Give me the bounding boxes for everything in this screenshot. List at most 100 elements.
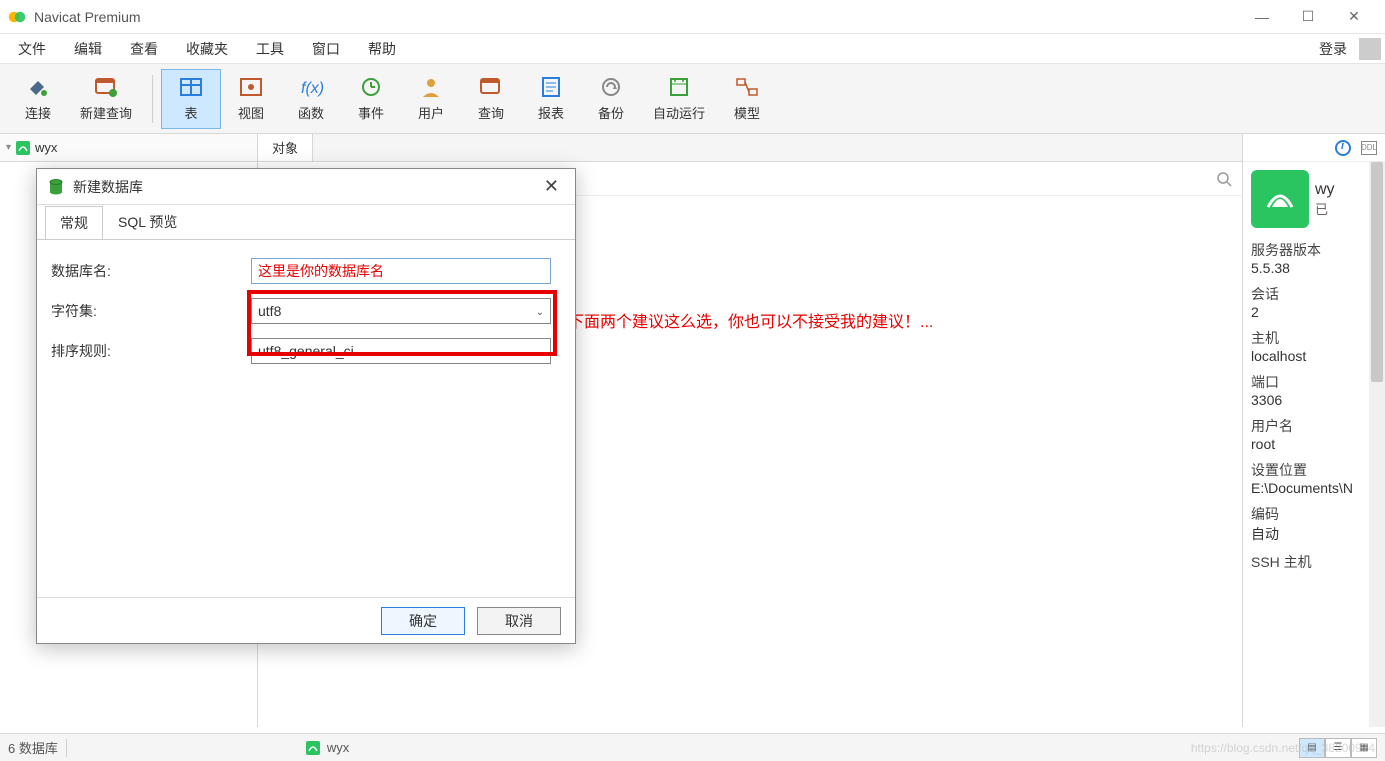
toolbar-table[interactable]: 表 <box>161 69 221 129</box>
connection-item[interactable]: ▾ wyx <box>0 134 257 162</box>
charset-label: 字符集: <box>51 301 251 321</box>
menu-favorites[interactable]: 收藏夹 <box>172 35 242 63</box>
toolbar-connection[interactable]: 连接 <box>8 69 68 129</box>
toolbar-new-query-label: 新建查询 <box>80 103 132 122</box>
watermark: https://blog.csdn.net/qq_38200974 <box>1191 741 1375 755</box>
clock-icon <box>357 75 385 99</box>
prop-value: E:\Documents\N <box>1251 480 1385 496</box>
prop-value: 3306 <box>1251 392 1385 408</box>
toolbar-model[interactable]: 模型 <box>717 69 777 129</box>
database-icon <box>47 178 65 196</box>
search-icon[interactable] <box>1216 171 1232 187</box>
menubar: 文件 编辑 查看 收藏夹 工具 窗口 帮助 登录 <box>0 34 1385 64</box>
status-connection: wyx <box>305 740 349 756</box>
toolbar-report[interactable]: 报表 <box>521 69 581 129</box>
app-logo-icon <box>8 8 26 26</box>
prop-label: 服务器版本 <box>1251 240 1385 260</box>
prop-label: 主机 <box>1251 328 1385 348</box>
toolbar-view[interactable]: 视图 <box>221 69 281 129</box>
mysql-connection-icon <box>15 140 31 156</box>
window-titlebar: Navicat Premium ― ☐ ✕ <box>0 0 1385 34</box>
chevron-down-icon: ▾ <box>6 142 11 153</box>
backup-icon <box>597 75 625 99</box>
ok-button[interactable]: 确定 <box>381 607 465 635</box>
new-query-icon <box>92 75 120 99</box>
prop-label: 端口 <box>1251 372 1385 392</box>
new-database-dialog: 新建数据库 ✕ 常规 SQL 预览 数据库名: 字符集: utf8 ⌄ 排序规则… <box>36 168 576 644</box>
info-property: SSH 主机 <box>1251 552 1385 572</box>
dialog-close-button[interactable]: ✕ <box>538 176 565 197</box>
collation-select[interactable]: utf8_general_ci ⌄ <box>251 338 551 364</box>
prop-label: 会话 <box>1251 284 1385 304</box>
prop-value: 2 <box>1251 304 1385 320</box>
toolbar-user[interactable]: 用户 <box>401 69 461 129</box>
prop-label: SSH 主机 <box>1251 552 1385 572</box>
menu-file[interactable]: 文件 <box>4 35 60 63</box>
menu-edit[interactable]: 编辑 <box>60 35 116 63</box>
prop-label: 用户名 <box>1251 416 1385 436</box>
toolbar-backup[interactable]: 备份 <box>581 69 641 129</box>
dialog-tabs: 常规 SQL 预览 <box>37 205 575 239</box>
connection-badge-icon <box>1251 170 1309 228</box>
plug-icon <box>24 75 52 99</box>
prop-label: 编码 <box>1251 504 1385 524</box>
ddl-icon[interactable]: DDL <box>1361 141 1377 155</box>
tab-objects[interactable]: 对象 <box>258 134 313 161</box>
toolbar-report-label: 报表 <box>538 103 564 122</box>
toolbar-separator <box>152 75 153 123</box>
statusbar: 6 数据库 wyx ▤ ☰ ▦ <box>0 733 1385 761</box>
info-property: 编码自动 <box>1251 504 1385 544</box>
query-icon <box>477 75 505 99</box>
tab-general[interactable]: 常规 <box>45 206 103 240</box>
info-property: 服务器版本5.5.38 <box>1251 240 1385 276</box>
info-icon[interactable] <box>1335 140 1351 156</box>
user-avatar-icon[interactable] <box>1359 38 1381 60</box>
view-icon <box>237 75 265 99</box>
toolbar-model-label: 模型 <box>734 103 760 122</box>
toolbar-function[interactable]: f(x) 函数 <box>281 69 341 129</box>
prop-value: root <box>1251 436 1385 452</box>
toolbar-table-label: 表 <box>185 103 198 122</box>
connection-name: wyx <box>35 140 57 155</box>
info-property: 端口3306 <box>1251 372 1385 408</box>
toolbar-event[interactable]: 事件 <box>341 69 401 129</box>
maximize-button[interactable]: ☐ <box>1285 0 1331 34</box>
collation-label: 排序规则: <box>51 341 251 361</box>
info-property: 用户名root <box>1251 416 1385 452</box>
db-name-label: 数据库名: <box>51 261 251 281</box>
toolbar-query-label: 查询 <box>478 103 504 122</box>
login-link[interactable]: 登录 <box>1311 35 1355 63</box>
right-scrollbar[interactable] <box>1369 162 1385 727</box>
close-window-button[interactable]: ✕ <box>1331 0 1377 34</box>
conn-status: 已 <box>1315 199 1335 218</box>
db-name-input[interactable] <box>251 258 551 284</box>
cancel-button[interactable]: 取消 <box>477 607 561 635</box>
prop-value: localhost <box>1251 348 1385 364</box>
prop-label: 设置位置 <box>1251 460 1385 480</box>
auto-run-icon <box>665 75 693 99</box>
charset-select[interactable]: utf8 ⌄ <box>251 298 551 324</box>
dialog-title: 新建数据库 <box>73 177 538 197</box>
toolbar-event-label: 事件 <box>358 103 384 122</box>
minimize-button[interactable]: ― <box>1239 0 1285 34</box>
prop-value: 自动 <box>1251 524 1385 544</box>
user-icon <box>417 75 445 99</box>
menu-window[interactable]: 窗口 <box>298 35 354 63</box>
object-tabstrip: 对象 <box>258 134 1242 162</box>
info-property: 会话2 <box>1251 284 1385 320</box>
toolbar-function-label: 函数 <box>298 103 324 122</box>
menu-view[interactable]: 查看 <box>116 35 172 63</box>
main-toolbar: 连接 新建查询 表 视图 f(x) 函数 事件 用户 查询 报表 备份 自动运行 <box>0 64 1385 134</box>
toolbar-query[interactable]: 查询 <box>461 69 521 129</box>
toolbar-new-query[interactable]: 新建查询 <box>68 69 144 129</box>
menu-tools[interactable]: 工具 <box>242 35 298 63</box>
menu-help[interactable]: 帮助 <box>354 35 410 63</box>
toolbar-user-label: 用户 <box>418 103 444 122</box>
chevron-down-icon: ⌄ <box>536 347 544 358</box>
info-property: 主机localhost <box>1251 328 1385 364</box>
toolbar-auto[interactable]: 自动运行 <box>641 69 717 129</box>
info-panel: DDL wy 已 服务器版本5.5.38会话2主机localhost端口3306… <box>1242 134 1385 727</box>
table-icon <box>177 75 205 99</box>
tab-sql-preview[interactable]: SQL 预览 <box>103 205 192 239</box>
annotation-text: 下面两个建议这么选，你也可以不接受我的建议！... <box>568 308 933 332</box>
